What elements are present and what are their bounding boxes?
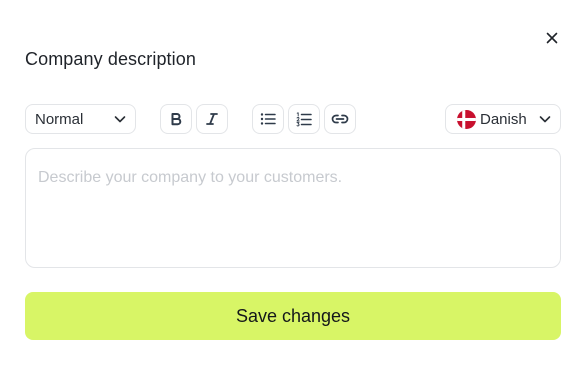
save-changes-button[interactable]: Save changes	[25, 292, 561, 340]
close-button[interactable]	[541, 27, 563, 49]
numbered-list-icon	[296, 111, 312, 127]
bold-icon	[169, 112, 183, 126]
numbered-list-button[interactable]	[288, 104, 320, 134]
dialog-title: Company description	[25, 49, 196, 69]
italic-icon	[205, 112, 219, 126]
text-format-select[interactable]: Normal	[25, 104, 136, 134]
language-select[interactable]: Danish	[445, 104, 561, 134]
editor-placeholder: Describe your company to your customers.	[38, 169, 343, 186]
chevron-down-icon	[538, 112, 552, 126]
chevron-down-icon	[113, 112, 127, 126]
link-button[interactable]	[324, 104, 356, 134]
description-editor[interactable]: Describe your company to your customers.	[25, 148, 561, 268]
bullet-list-button[interactable]	[252, 104, 284, 134]
bold-button[interactable]	[160, 104, 192, 134]
close-icon[interactable]	[546, 32, 558, 44]
link-icon	[331, 113, 349, 125]
text-format-value: Normal	[35, 110, 84, 128]
language-value: Danish	[480, 110, 527, 128]
save-changes-label: Save changes	[235, 305, 351, 326]
company-description-dialog: Company description Normal Danish Descri…	[0, 0, 586, 368]
bullet-list-icon	[260, 112, 276, 126]
italic-button[interactable]	[196, 104, 228, 134]
denmark-flag-icon	[457, 109, 476, 129]
